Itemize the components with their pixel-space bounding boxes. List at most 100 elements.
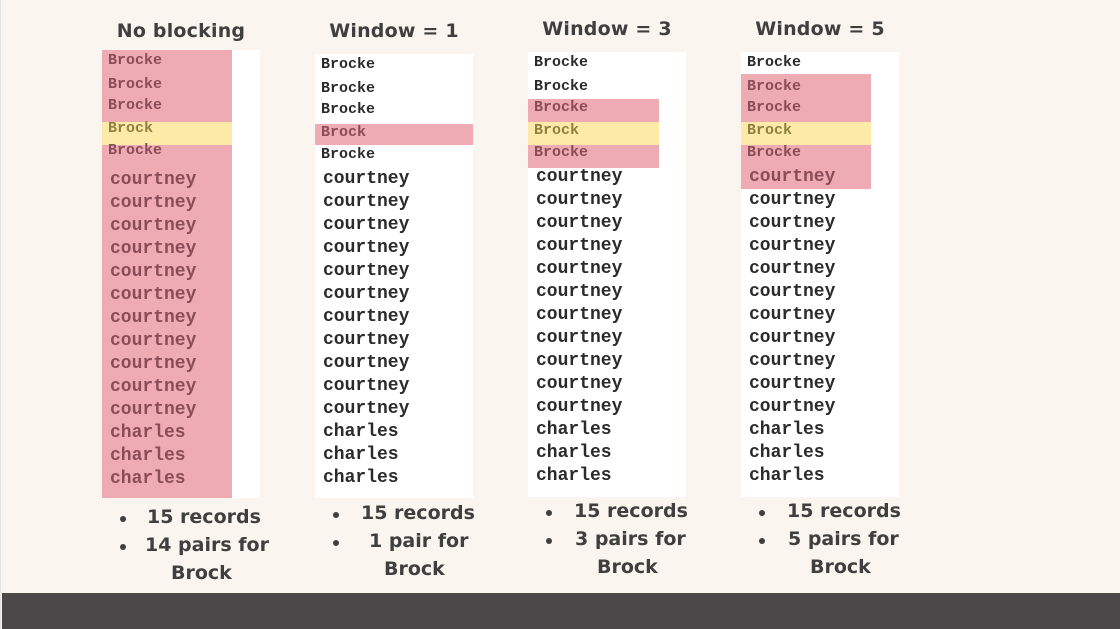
record-row: courtney bbox=[749, 236, 836, 256]
record-row: Brocke bbox=[321, 56, 376, 73]
record-row: courtney bbox=[323, 192, 410, 212]
bullet-pairs: 3 pairs for bbox=[575, 528, 686, 550]
record-row: Brocke bbox=[108, 52, 163, 69]
bullet-pairs: 14 pairs for bbox=[145, 534, 269, 556]
record-row: courtney bbox=[323, 238, 410, 258]
record-row: charles bbox=[110, 446, 186, 466]
bullet-pairs-cont: Brock bbox=[597, 556, 658, 578]
summary-bullets: 15 records 5 pairs for Brock bbox=[720, 500, 920, 584]
record-row: courtney bbox=[536, 236, 623, 256]
record-row: courtney bbox=[749, 305, 836, 325]
record-row: courtney bbox=[110, 216, 197, 236]
record-row: courtney bbox=[323, 169, 410, 189]
record-row: Brock bbox=[108, 120, 154, 137]
panel-title: Window = 1 bbox=[329, 20, 459, 42]
record-row: courtney bbox=[323, 261, 410, 281]
record-row: charles bbox=[110, 469, 186, 489]
record-row: courtney bbox=[323, 284, 410, 304]
bullet-dot bbox=[333, 540, 339, 546]
record-row: courtney bbox=[536, 397, 623, 417]
record-row: courtney bbox=[536, 374, 623, 394]
bullet-pairs: 1 pair for bbox=[369, 530, 469, 552]
record-row: courtney bbox=[749, 374, 836, 394]
record-row: courtney bbox=[749, 282, 836, 302]
record-row: charles bbox=[749, 466, 825, 486]
record-row: charles bbox=[749, 443, 825, 463]
panel-title: Window = 5 bbox=[755, 18, 885, 40]
record-row: courtney bbox=[110, 354, 197, 374]
record-row: courtney bbox=[323, 353, 410, 373]
bullet-dot bbox=[546, 538, 552, 544]
record-row: Brocke bbox=[108, 76, 163, 93]
record-row: courtney bbox=[749, 397, 836, 417]
record-row: Brock bbox=[747, 122, 793, 139]
bullet-pairs-cont: Brock bbox=[384, 558, 445, 580]
record-row: Brocke bbox=[747, 54, 802, 71]
record-row: Brocke bbox=[747, 144, 802, 161]
record-row: Brocke bbox=[534, 54, 589, 71]
record-row: charles bbox=[536, 443, 612, 463]
record-row: courtney bbox=[749, 351, 836, 371]
panel-title: Window = 3 bbox=[542, 18, 672, 40]
record-row: courtney bbox=[536, 328, 623, 348]
record-row: charles bbox=[323, 445, 399, 465]
record-row: charles bbox=[749, 420, 825, 440]
bullet-pairs: 5 pairs for bbox=[788, 528, 899, 550]
record-row: courtney bbox=[110, 239, 197, 259]
record-row: courtney bbox=[110, 331, 197, 351]
record-row: courtney bbox=[323, 399, 410, 419]
record-row: courtney bbox=[323, 330, 410, 350]
record-row: courtney bbox=[536, 213, 623, 233]
record-row: charles bbox=[536, 420, 612, 440]
record-row: courtney bbox=[323, 307, 410, 327]
record-row: Brocke bbox=[747, 78, 802, 95]
bullet-records: 15 records bbox=[787, 500, 901, 522]
bullet-records: 15 records bbox=[574, 500, 688, 522]
summary-bullets: 15 records 3 pairs for Brock bbox=[507, 500, 707, 584]
record-row: Brocke bbox=[534, 78, 589, 95]
record-row: charles bbox=[323, 422, 399, 442]
panel-title: No blocking bbox=[116, 20, 246, 42]
record-row: Brock bbox=[321, 124, 367, 141]
record-row: courtney bbox=[536, 351, 623, 371]
record-row: courtney bbox=[749, 328, 836, 348]
record-row: courtney bbox=[536, 259, 623, 279]
record-row: courtney bbox=[749, 190, 836, 210]
record-row: Brock bbox=[534, 122, 580, 139]
record-row: courtney bbox=[749, 259, 836, 279]
bullet-records: 15 records bbox=[361, 502, 475, 524]
footer-bar bbox=[2, 593, 1120, 629]
record-row: Brocke bbox=[108, 142, 163, 159]
record-row: charles bbox=[323, 468, 399, 488]
record-row: Brocke bbox=[321, 80, 376, 97]
record-row: Brocke bbox=[321, 146, 376, 163]
bullet-dot bbox=[759, 538, 765, 544]
bullet-dot bbox=[333, 512, 339, 518]
bullet-pairs-cont: Brock bbox=[171, 562, 232, 584]
record-row: courtney bbox=[749, 167, 836, 187]
summary-bullets: 15 records 1 pair for Brock bbox=[294, 502, 494, 586]
record-row: charles bbox=[536, 466, 612, 486]
bullet-dot bbox=[120, 516, 126, 522]
record-row: courtney bbox=[536, 190, 623, 210]
record-row: courtney bbox=[110, 308, 197, 328]
record-row: courtney bbox=[110, 262, 197, 282]
bullet-dot bbox=[120, 544, 126, 550]
bullet-records: 15 records bbox=[147, 506, 261, 528]
record-row: courtney bbox=[110, 193, 197, 213]
record-row: courtney bbox=[110, 170, 197, 190]
bullet-dot bbox=[759, 510, 765, 516]
record-row: Brocke bbox=[321, 101, 376, 118]
bullet-pairs-cont: Brock bbox=[810, 556, 871, 578]
record-row: courtney bbox=[110, 285, 197, 305]
record-row: Brocke bbox=[534, 99, 589, 116]
summary-bullets: 15 records 14 pairs for Brock bbox=[81, 506, 281, 590]
record-row: courtney bbox=[536, 167, 623, 187]
record-row: courtney bbox=[536, 305, 623, 325]
record-row: Brocke bbox=[747, 99, 802, 116]
record-row: courtney bbox=[323, 215, 410, 235]
record-row: courtney bbox=[536, 282, 623, 302]
record-row: Brocke bbox=[534, 144, 589, 161]
record-row: courtney bbox=[323, 376, 410, 396]
record-row: courtney bbox=[110, 400, 197, 420]
